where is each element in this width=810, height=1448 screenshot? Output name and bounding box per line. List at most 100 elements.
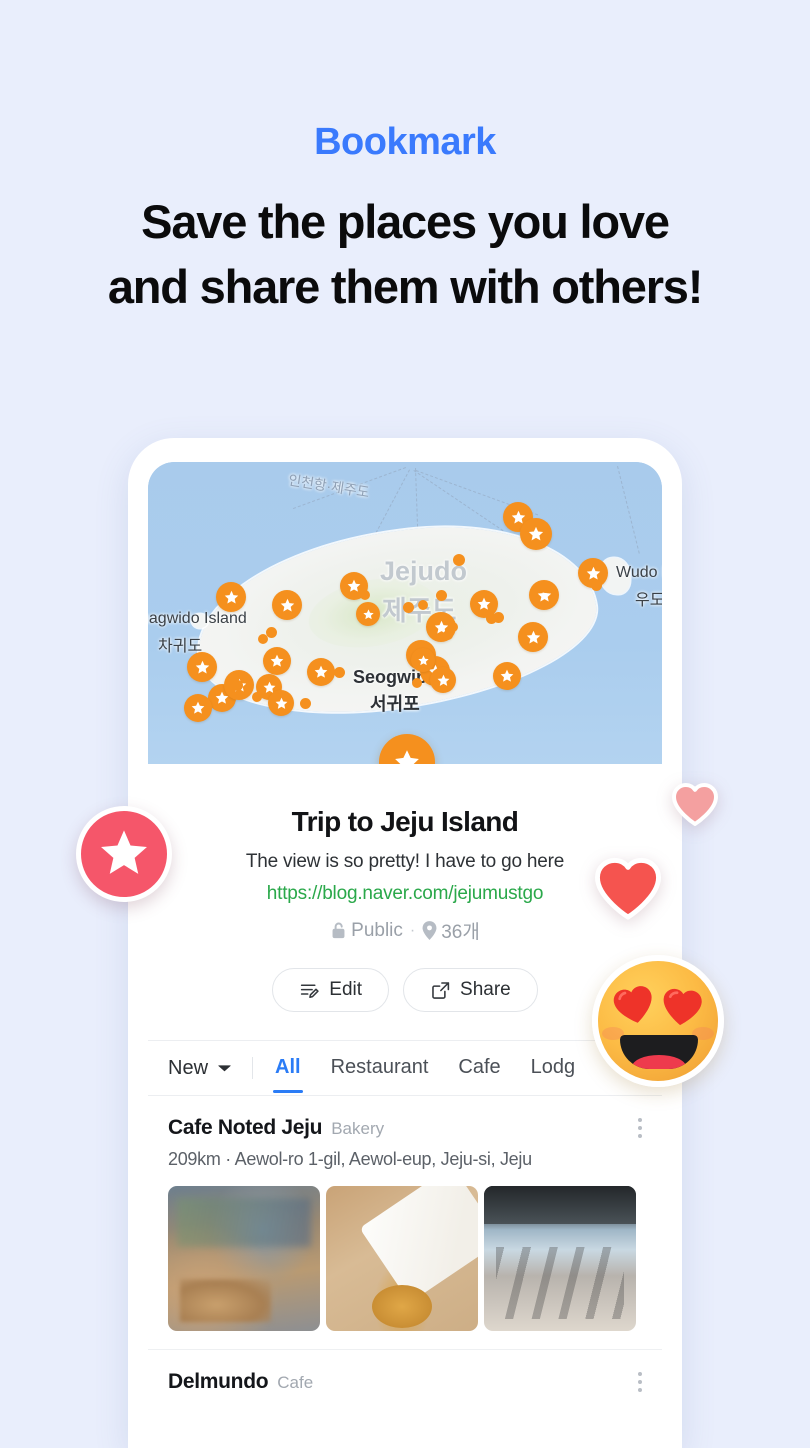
map-dot-marker[interactable] (436, 590, 447, 601)
phone-mockup: 인천항·제주도 Jejudo 제주도 Seogwipo 서귀포 Wudo Isl… (128, 438, 682, 1448)
bookmark-detail-sheet: Trip to Jeju Island The view is so prett… (148, 764, 662, 1418)
star-marker-icon (586, 566, 600, 580)
visibility-badge: Public (330, 920, 403, 942)
map-star-marker[interactable] (184, 694, 212, 722)
place-name: Cafe Noted Jeju (168, 1116, 323, 1139)
map-label-wudo-en: Wudo Isla (616, 564, 662, 581)
map-star-marker[interactable] (187, 652, 217, 682)
emoji-heart-eye-left (608, 981, 659, 1029)
map-star-marker[interactable] (518, 622, 548, 652)
heart-light-sticker (672, 782, 718, 831)
map-dot-marker[interactable] (334, 667, 345, 678)
list-item[interactable]: Cafe Noted Jeju Bakery 209km · Aewol-ro … (148, 1096, 662, 1331)
tab-restaurant[interactable]: Restaurant (329, 1043, 431, 1093)
category-tabs: All Restaurant Cafe Lodg (273, 1043, 577, 1093)
heart-icon (613, 986, 652, 1023)
map-dot-marker[interactable] (540, 582, 551, 593)
star-marker-icon (280, 598, 294, 612)
headline-line-2: and share them with others! (107, 259, 704, 313)
page-title: Save the places you love and share them … (0, 190, 810, 320)
star-marker-icon (362, 608, 374, 619)
map-view[interactable]: 인천항·제주도 Jejudo 제주도 Seogwipo 서귀포 Wudo Isl… (148, 462, 662, 764)
tab-all[interactable]: All (273, 1043, 303, 1093)
phone-screen: 인천항·제주도 Jejudo 제주도 Seogwipo 서귀포 Wudo Isl… (148, 462, 662, 1448)
filter-divider (252, 1057, 254, 1079)
star-icon (395, 750, 419, 764)
heart-icon (594, 857, 662, 920)
place-photo[interactable] (326, 1186, 478, 1331)
map-star-marker[interactable] (411, 648, 435, 672)
visibility-label: Public (351, 919, 403, 941)
sort-select-label: New (168, 1056, 209, 1079)
star-marker-icon (437, 674, 449, 686)
map-dot-marker[interactable] (412, 678, 422, 688)
bookmark-meta: Public · 36개 (148, 917, 662, 944)
emoji-mouth (620, 1035, 698, 1069)
edit-list-icon (301, 983, 319, 998)
map-dot-marker[interactable] (418, 600, 428, 610)
map-star-marker[interactable] (272, 590, 302, 620)
map-star-marker[interactable] (263, 647, 291, 675)
heart-red-sticker (594, 856, 662, 925)
sort-select[interactable]: New (168, 1057, 252, 1080)
map-dot-marker[interactable] (232, 680, 243, 691)
map-dot-marker[interactable] (443, 630, 453, 640)
star-marker-icon (528, 526, 544, 541)
star-icon (101, 830, 147, 874)
tab-cafe[interactable]: Cafe (456, 1043, 502, 1093)
map-dot-marker[interactable] (252, 692, 262, 702)
map-dot-marker[interactable] (591, 580, 602, 591)
map-star-marker[interactable] (307, 658, 335, 686)
map-dot-marker[interactable] (403, 602, 414, 613)
tab-lodging[interactable]: Lodg (529, 1043, 578, 1093)
heart-eyes-emoji-sticker (592, 955, 724, 1087)
bookmark-actions: Edit Share (148, 968, 662, 1012)
place-photo-strip (168, 1186, 642, 1331)
kebab-menu-icon[interactable] (637, 1118, 642, 1138)
map-pin-icon (422, 921, 437, 940)
place-name: Delmundo (168, 1370, 269, 1393)
meta-separator: · (409, 921, 416, 939)
place-header: Cafe Noted Jeju Bakery (168, 1116, 642, 1140)
unlock-icon (332, 922, 345, 939)
place-meta-separator: · (225, 1149, 231, 1169)
star-marker-icon (275, 697, 287, 709)
star-marker-icon (270, 654, 284, 667)
map-star-marker[interactable] (356, 602, 380, 626)
star-marker-icon (477, 597, 491, 610)
map-dot-marker[interactable] (300, 698, 311, 709)
map-dot-marker[interactable] (258, 634, 268, 644)
place-category: Bakery (331, 1119, 385, 1138)
chevron-down-icon (218, 1064, 231, 1071)
map-label-chagwido-en: hagwido Island (148, 610, 247, 627)
map-star-marker[interactable] (520, 518, 552, 550)
list-item[interactable]: Delmundo Cafe (148, 1349, 662, 1418)
map-label-wudo-kr: 우도 (635, 592, 662, 609)
map-star-marker[interactable] (268, 690, 294, 716)
place-distance: 209km (168, 1149, 221, 1169)
star-marker-icon (224, 590, 238, 604)
bookmark-title: Trip to Jeju Island (291, 806, 519, 837)
map-star-marker[interactable] (430, 667, 456, 693)
place-address-row: 209km · Aewol-ro 1-gil, Aewol-eup, Jeju-… (168, 1149, 642, 1170)
bookmark-description: The view is so pretty! I have to go here (245, 851, 565, 872)
headline-block: Bookmark Save the places you love and sh… (0, 0, 810, 320)
star-marker-icon (526, 630, 540, 644)
edit-button[interactable]: Edit (272, 968, 390, 1012)
bookmark-link[interactable]: https://blog.naver.com/jejumustgo (148, 883, 662, 905)
headline-line-1: Save the places you love (141, 194, 670, 248)
share-button[interactable]: Share (403, 968, 538, 1012)
emoji-tongue (632, 1055, 686, 1069)
place-photo[interactable] (168, 1186, 320, 1331)
map-star-marker[interactable] (216, 582, 246, 612)
map-star-marker[interactable] (493, 662, 521, 690)
map-dot-marker[interactable] (453, 554, 465, 566)
map-dot-marker[interactable] (360, 590, 370, 600)
map-label-seogwipo-kr: 서귀포 (370, 694, 420, 714)
star-marker-icon (195, 660, 209, 674)
place-category: Cafe (277, 1373, 314, 1392)
page-eyebrow: Bookmark (314, 121, 496, 163)
kebab-menu-icon[interactable] (637, 1372, 642, 1392)
map-dot-marker[interactable] (493, 612, 504, 623)
place-photo[interactable] (484, 1186, 636, 1331)
